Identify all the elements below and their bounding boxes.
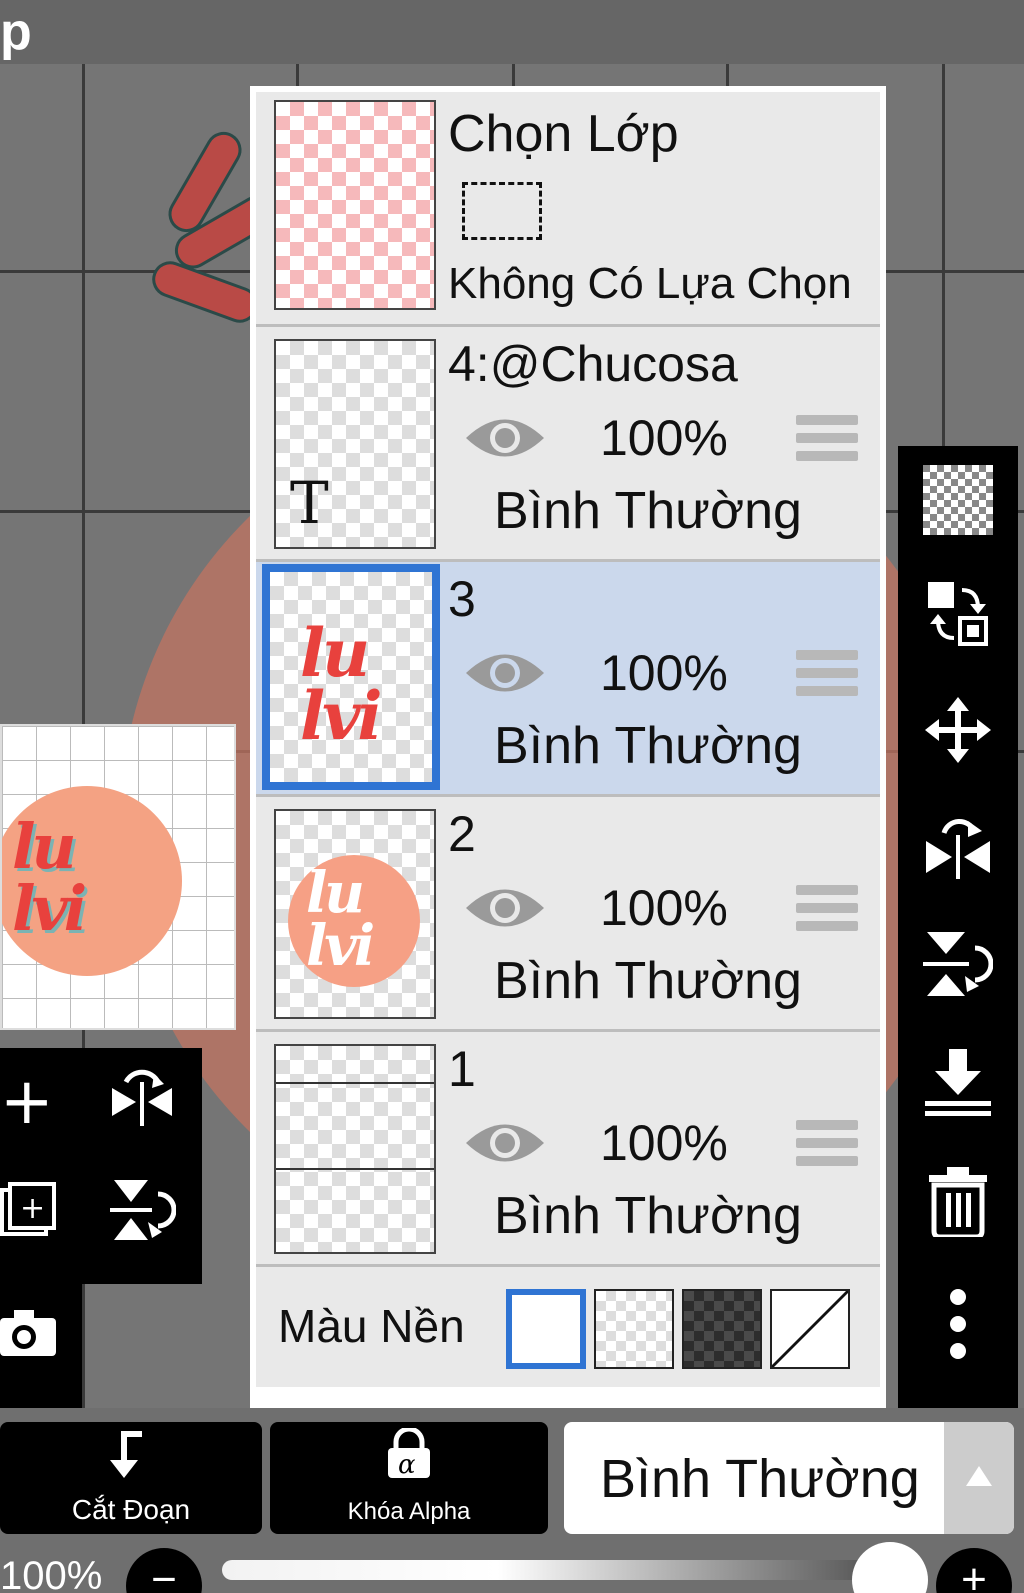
left-toolbar-camera	[0, 1284, 82, 1410]
background-white-swatch[interactable]	[506, 1289, 586, 1369]
eye-icon[interactable]	[464, 1118, 546, 1168]
selection-layer-thumbnail	[274, 100, 436, 310]
eye-icon[interactable]	[464, 883, 546, 933]
selection-marquee-icon	[462, 182, 542, 240]
clipping-label: Cắt Đoạn	[71, 1494, 191, 1525]
blend-mode-select[interactable]: Bình Thường	[564, 1422, 1014, 1534]
layer-panel: Chọn Lớp Không Có Lựa Chọn T 4:@Chucosa …	[250, 86, 886, 1408]
text-layer-icon: T	[290, 469, 329, 537]
layer-blend-mode[interactable]: Bình Thường	[494, 485, 802, 537]
blend-mode-value: Bình Thường	[600, 1449, 920, 1509]
layer-opacity[interactable]: 100%	[600, 648, 728, 698]
zoom-in-button[interactable]: +	[936, 1548, 1012, 1593]
background-transparent-dark-swatch[interactable]	[682, 1289, 762, 1369]
layer-opacity[interactable]: 100%	[600, 883, 728, 933]
flip-vertical-icon[interactable]	[108, 1176, 176, 1244]
layer-name: 3	[448, 571, 476, 627]
artwork-petal	[147, 256, 263, 328]
layer-opacity[interactable]: 100%	[600, 413, 728, 463]
add-layer-copy-icon[interactable]: +	[0, 1182, 58, 1242]
layer-blend-mode[interactable]: Bình Thường	[494, 720, 802, 772]
layer-thumbnail-lettering: lu lvi	[300, 614, 382, 755]
eye-icon[interactable]	[464, 648, 546, 698]
eye-icon[interactable]	[464, 413, 546, 463]
zoom-slider[interactable]	[222, 1560, 912, 1580]
more-icon[interactable]	[920, 1286, 996, 1362]
drag-handle-icon[interactable]	[796, 885, 858, 935]
layer-name: 1	[448, 1041, 476, 1097]
flip-horizontal-icon[interactable]	[108, 1068, 176, 1136]
svg-text:+: +	[20, 1191, 45, 1226]
layer-thumbnail-line	[276, 1082, 434, 1084]
app-title: p	[0, 3, 32, 61]
dropdown-arrow-icon[interactable]	[944, 1422, 1014, 1534]
checker-fill-icon[interactable]	[920, 462, 996, 538]
zoom-slider-row: 100% − +	[0, 1542, 1024, 1593]
trash-icon[interactable]	[920, 1164, 996, 1240]
bottom-bar: Cắt Đoạn α Khóa Alpha Bình Thường 100% −…	[0, 1408, 1024, 1593]
layer-row-4[interactable]: T 4:@Chucosa 100% Bình Thường	[256, 327, 880, 559]
drag-handle-icon[interactable]	[796, 415, 858, 465]
navigator-artwork-lettering: lu lvi	[12, 810, 87, 945]
layer-row-3[interactable]: lu lvi 3 100% Bình Thường	[256, 562, 880, 794]
layer-name: 2	[448, 806, 476, 862]
move-icon[interactable]	[920, 692, 996, 768]
selection-layer-title: Chọn Lớp	[448, 105, 679, 163]
add-layer-icon[interactable]: +	[0, 1070, 54, 1134]
clipping-button[interactable]: Cắt Đoạn	[0, 1422, 262, 1534]
layer-thumbnail: T	[274, 339, 436, 549]
zoom-out-button[interactable]: −	[126, 1548, 202, 1593]
layer-blend-mode[interactable]: Bình Thường	[494, 955, 802, 1007]
layer-row-2[interactable]: lu lvi 2 100% Bình Thường	[256, 797, 880, 1029]
drag-handle-icon[interactable]	[796, 650, 858, 700]
zoom-value: 100%	[0, 1554, 103, 1593]
zoom-slider-knob[interactable]	[852, 1542, 928, 1593]
background-color-row: Màu Nền	[256, 1267, 880, 1387]
navigator-preview[interactable]: lu lvi	[0, 724, 236, 1030]
right-toolbar	[898, 446, 1018, 1408]
background-transparent-light-swatch[interactable]	[594, 1289, 674, 1369]
layer-blend-mode[interactable]: Bình Thường	[494, 1190, 802, 1242]
left-toolbar: + +	[0, 1048, 202, 1284]
lock-icon: α	[388, 1428, 430, 1480]
layer-thumbnail	[274, 1044, 436, 1254]
swap-icon[interactable]	[920, 576, 996, 652]
alpha-lock-label: Khóa Alpha	[347, 1498, 471, 1525]
merge-down-icon[interactable]	[920, 1046, 996, 1122]
top-bar: p	[0, 0, 1024, 64]
layer-thumbnail: lu lvi	[274, 809, 436, 1019]
layer-name: 4:@Chucosa	[448, 336, 738, 392]
svg-text:α: α	[398, 1450, 416, 1480]
alpha-lock-button[interactable]: α Khóa Alpha	[270, 1422, 548, 1534]
background-none-swatch[interactable]	[770, 1289, 850, 1369]
drag-handle-icon[interactable]	[796, 1120, 858, 1170]
layer-opacity[interactable]: 100%	[600, 1118, 728, 1168]
layer-row-1[interactable]: 1 100% Bình Thường	[256, 1032, 880, 1264]
selection-layer-row[interactable]: Chọn Lớp Không Có Lựa Chọn	[256, 92, 880, 324]
layer-thumbnail: lu lvi	[262, 564, 440, 790]
layer-thumbnail-lettering: lu lvi	[306, 860, 375, 980]
selection-status: Không Có Lựa Chọn	[448, 259, 852, 308]
layer-thumbnail-line	[276, 1168, 434, 1170]
flip-vertical-icon[interactable]	[920, 926, 996, 1002]
clipping-icon	[110, 1431, 142, 1478]
background-color-label: Màu Nền	[278, 1300, 465, 1352]
flip-horizontal-icon[interactable]	[920, 812, 996, 888]
camera-icon[interactable]	[0, 1308, 60, 1358]
